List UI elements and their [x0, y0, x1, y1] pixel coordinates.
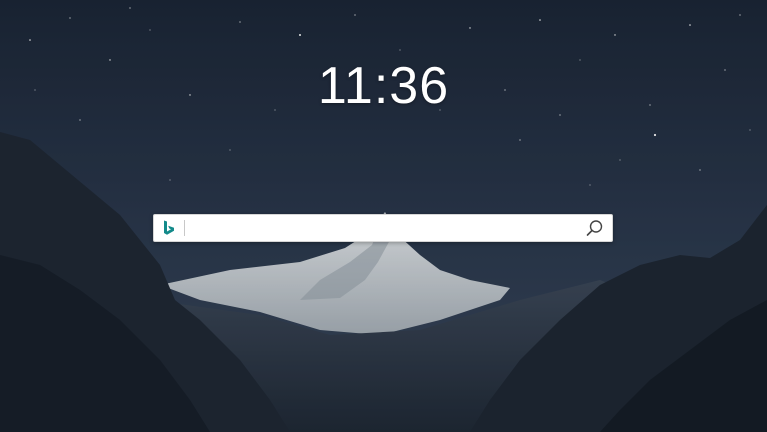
new-tab-page: 11:36: [0, 0, 767, 432]
search-icon[interactable]: [578, 215, 612, 241]
search-input[interactable]: [185, 216, 578, 240]
clock-time: 11:36: [317, 57, 450, 115]
search-bar[interactable]: [153, 214, 613, 242]
bing-logo-icon[interactable]: [154, 215, 184, 241]
